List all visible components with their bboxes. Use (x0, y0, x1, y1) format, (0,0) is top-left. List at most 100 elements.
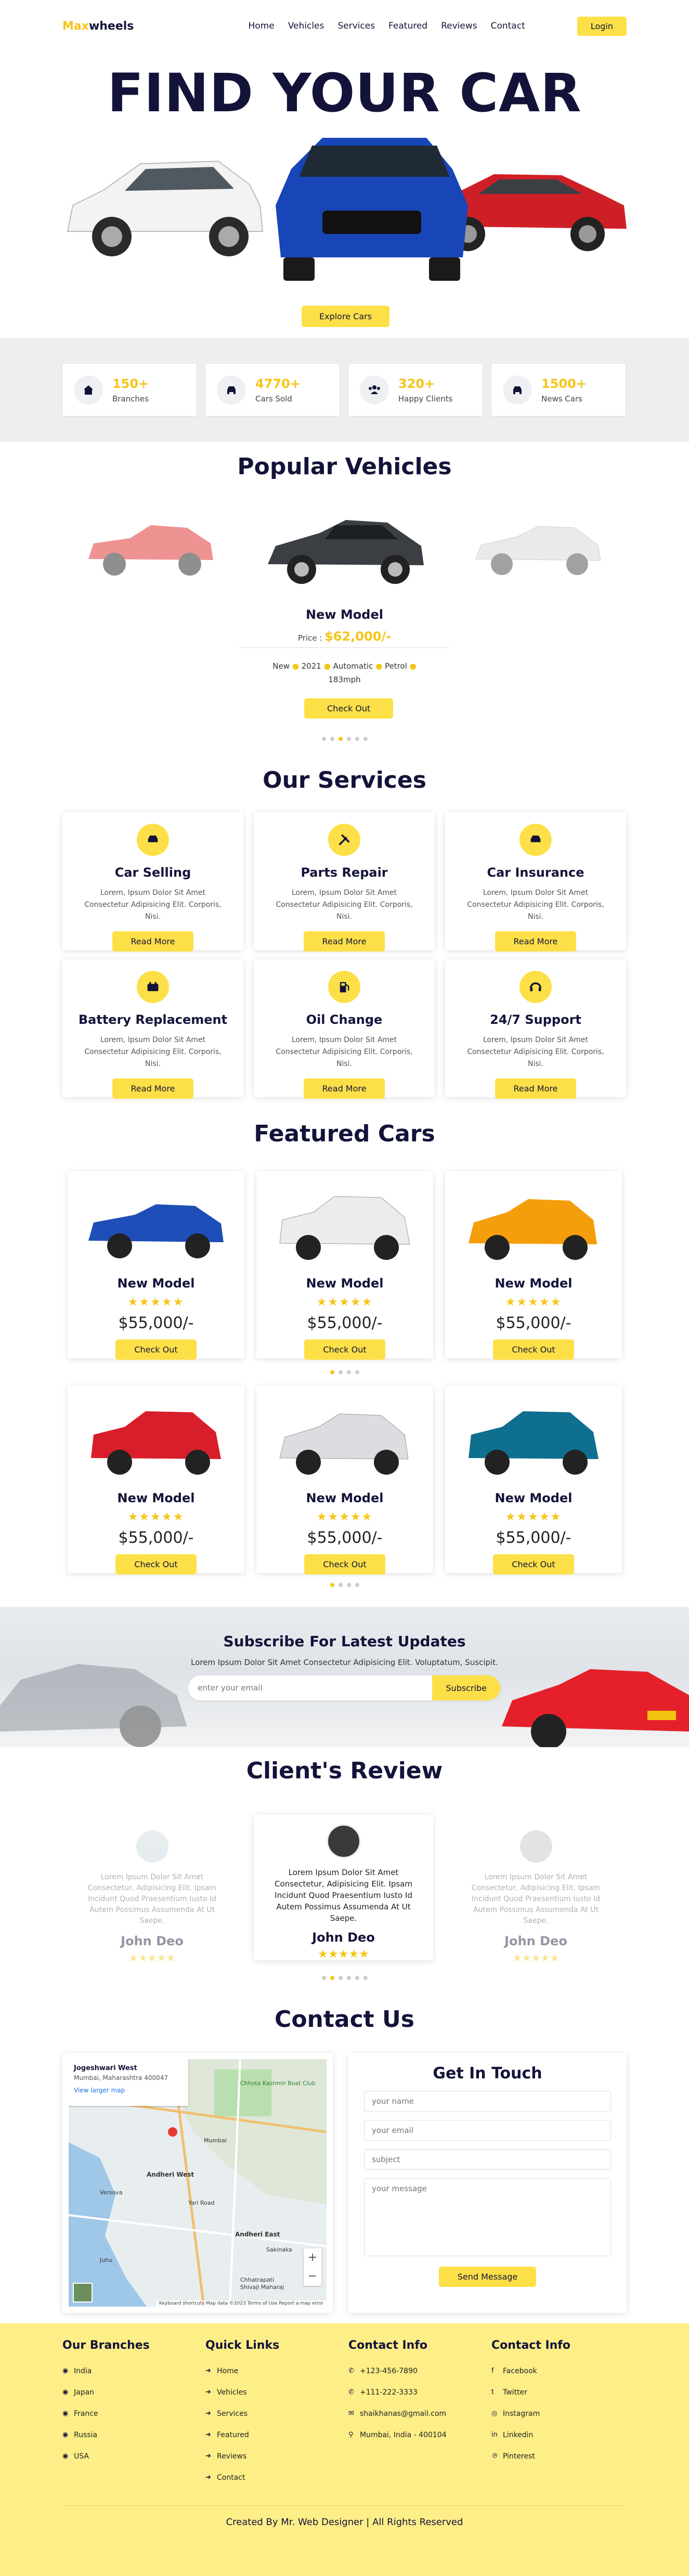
social-label: Pinterest (503, 2452, 535, 2461)
check-out-button[interactable]: Check Out (493, 1554, 574, 1575)
pagination-dot[interactable] (338, 1976, 343, 1980)
pagination-dot[interactable] (338, 1583, 343, 1587)
popular-heading-wrap: Popular Vehicles (0, 453, 689, 482)
pagination-dot[interactable] (321, 1976, 326, 1980)
read-more-button[interactable]: Read More (495, 1078, 577, 1099)
footer-link[interactable]: ➜ Services (205, 2403, 279, 2424)
car-image (267, 1393, 423, 1487)
nav-contact[interactable]: Contact (491, 21, 525, 31)
pagination-dot[interactable] (346, 1370, 351, 1374)
pagination-dot[interactable] (346, 1583, 351, 1587)
pagination-dot[interactable] (355, 1583, 359, 1587)
check-out-button[interactable]: Check Out (115, 1554, 197, 1575)
branch-item[interactable]: ◉ USA (62, 2445, 150, 2467)
logo[interactable]: Maxwheels (62, 20, 134, 33)
service-card: Battery Replacement Lorem, Ipsum Dolor Si… (62, 959, 243, 1099)
footer-social: Contact Info f Facebook t Twitter ◎ Instagr… (491, 2339, 570, 2467)
satellite-toggle[interactable] (73, 2283, 93, 2302)
pagination-dot[interactable] (330, 737, 334, 741)
check-out-button[interactable]: Check Out (304, 1554, 385, 1575)
pagination-dot-active[interactable] (338, 737, 343, 741)
branch-item[interactable]: ◉ France (62, 2403, 150, 2424)
nav-services[interactable]: Services (337, 21, 375, 31)
message-field[interactable] (364, 2178, 611, 2256)
social-link[interactable]: in Linkedin (491, 2424, 570, 2445)
social-link[interactable]: t Twitter (491, 2382, 570, 2403)
pagination-dot[interactable] (355, 1370, 359, 1374)
email-field[interactable] (364, 2120, 611, 2141)
pagination-dot[interactable] (321, 737, 326, 741)
social-link[interactable]: f Facebook (491, 2360, 570, 2382)
hero-title: FIND YOUR CAR (107, 62, 582, 124)
service-text: Lorem, Ipsum Dolor Sit Amet Consectetur … (276, 889, 413, 921)
popular-checkout-button[interactable]: Check Out (304, 698, 394, 719)
car-image (78, 1178, 234, 1272)
featured-car-card: New Model ★★★★★ $55,000/- Check Out (445, 1386, 622, 1575)
avatar (519, 1830, 552, 1863)
nav-reviews[interactable]: Reviews (441, 21, 477, 31)
gas-pump-icon (328, 971, 360, 1003)
footer-link[interactable]: ➜ Vehicles (205, 2382, 279, 2403)
pagination-dot[interactable] (355, 737, 359, 741)
blue-suv (276, 138, 468, 281)
service-text: Lorem, Ipsum Dolor Sit Amet Consectetur … (84, 889, 222, 921)
pagination-dot-active[interactable] (330, 1583, 334, 1587)
social-link[interactable]: ◎ Instagram (491, 2403, 570, 2424)
branch-item[interactable]: ◉ Japan (62, 2382, 150, 2403)
branch-item[interactable]: ◉ Russia (62, 2424, 150, 2445)
read-more-button[interactable]: Read More (112, 931, 194, 952)
contact-item[interactable]: ✆ +123-456-7890 (348, 2360, 447, 2382)
zoom-out-icon[interactable]: − (304, 2267, 321, 2286)
read-more-button[interactable]: Read More (495, 931, 577, 952)
pagination-dot[interactable] (346, 1976, 351, 1980)
check-out-button[interactable]: Check Out (115, 1339, 197, 1360)
email-input[interactable] (188, 1675, 433, 1700)
view-larger-map-link[interactable]: View larger map (74, 2087, 183, 2094)
nav-featured[interactable]: Featured (388, 21, 427, 31)
hero-cars-image (67, 138, 627, 281)
pagination-dot-active[interactable] (330, 1976, 334, 1980)
explore-cars-button[interactable]: Explore Cars (302, 306, 390, 327)
footer-link[interactable]: ➜ Contact (205, 2467, 279, 2488)
car-image (456, 1178, 612, 1272)
contact-item[interactable]: ✉ shaikhanas@gmail.com (348, 2403, 447, 2424)
service-card: Parts Repair Lorem, Ipsum Dolor Sit Amet … (254, 812, 435, 952)
subject-field[interactable] (364, 2149, 611, 2170)
check-out-button[interactable]: Check Out (493, 1339, 574, 1360)
map-canvas[interactable]: Jogeshwari West Mumbai, Maharashtra 4000… (69, 2059, 327, 2307)
pagination-dot[interactable] (355, 1976, 359, 1980)
nav-home[interactable]: Home (249, 21, 275, 31)
pagination-dot[interactable] (346, 737, 351, 741)
social-link[interactable]: ℗ Pinterest (491, 2445, 570, 2467)
contact-item[interactable]: ⚲ Mumbai, India - 400104 (348, 2424, 447, 2445)
map-embed[interactable]: Jogeshwari West Mumbai, Maharashtra 4000… (62, 2053, 333, 2313)
pagination-dot[interactable] (363, 737, 368, 741)
contact-item[interactable]: ✆ +111-222-3333 (348, 2382, 447, 2403)
zoom-in-icon[interactable]: + (304, 2248, 321, 2267)
home-icon (74, 375, 103, 405)
read-more-button[interactable]: Read More (112, 1078, 194, 1099)
read-more-button[interactable]: Read More (303, 1078, 385, 1099)
contact-label: +123-456-7890 (360, 2366, 418, 2375)
pagination-dot[interactable] (338, 1370, 343, 1374)
branch-item[interactable]: ◉ India (62, 2360, 150, 2382)
name-field[interactable] (364, 2091, 611, 2112)
services-heading-text: Our Services (263, 767, 426, 793)
footer-link[interactable]: ➜ Reviews (205, 2445, 279, 2467)
pagination-dot[interactable] (363, 1976, 368, 1980)
footer-link[interactable]: ➜ Home (205, 2360, 279, 2382)
read-more-button[interactable]: Read More (303, 931, 385, 952)
service-text: Lorem, Ipsum Dolor Sit Amet Consectetur … (276, 1036, 413, 1068)
arrow-right-icon: ➜ (205, 2452, 211, 2460)
nav-vehicles[interactable]: Vehicles (288, 21, 324, 31)
twitter-icon: t (491, 2388, 495, 2396)
send-message-button[interactable]: Send Message (438, 2267, 537, 2287)
car-price: $55,000/- (118, 1314, 194, 1332)
check-out-button[interactable]: Check Out (304, 1339, 385, 1360)
login-button[interactable]: Login (577, 16, 627, 36)
service-text: Lorem, Ipsum Dolor Sit Amet Consectetur … (84, 1036, 222, 1068)
pagination-dot-active[interactable] (330, 1370, 334, 1374)
footer-link[interactable]: ➜ Featured (205, 2424, 279, 2445)
stat-number: 320+ (398, 376, 435, 391)
subscribe-button[interactable]: Subscribe (432, 1675, 500, 1700)
